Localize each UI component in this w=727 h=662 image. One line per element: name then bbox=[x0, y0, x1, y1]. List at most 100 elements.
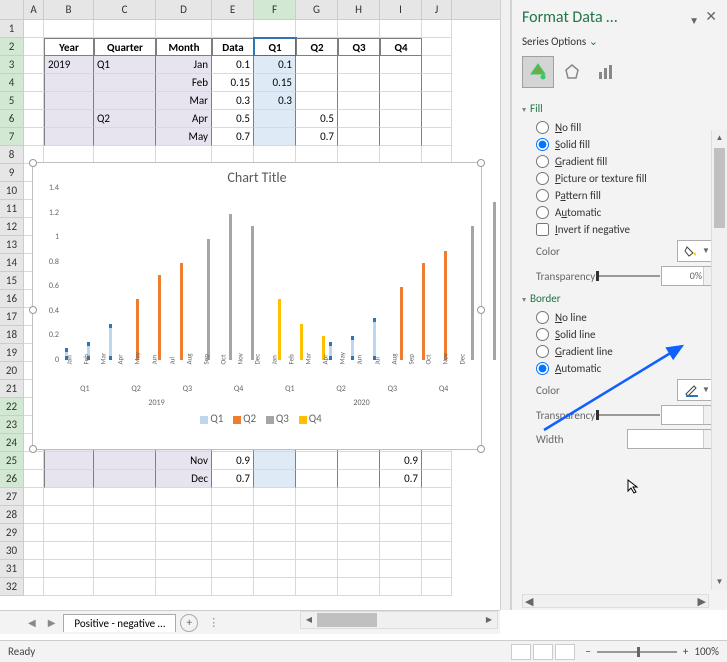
cell[interactable] bbox=[156, 488, 212, 506]
cell[interactable] bbox=[44, 506, 94, 524]
bar-Q2-2020-Jun[interactable] bbox=[444, 251, 447, 360]
cell[interactable] bbox=[380, 542, 422, 560]
cell[interactable] bbox=[422, 488, 452, 506]
cell[interactable] bbox=[296, 506, 338, 524]
bar-Q2-2019-Jun[interactable] bbox=[180, 263, 183, 360]
cell[interactable] bbox=[422, 560, 452, 578]
cell[interactable] bbox=[296, 20, 338, 38]
series-options-dropdown[interactable]: Series Options ⌄ bbox=[522, 35, 717, 48]
bar-Q2-2020-May[interactable] bbox=[422, 263, 425, 360]
pane-vertical-scrollbar[interactable]: ▲▼ bbox=[711, 130, 727, 590]
cell[interactable] bbox=[94, 488, 156, 506]
col-G[interactable]: G bbox=[296, 0, 338, 19]
cell[interactable] bbox=[338, 560, 380, 578]
col-D[interactable]: D bbox=[156, 0, 212, 19]
cell[interactable] bbox=[156, 578, 212, 596]
chart-title[interactable]: Chart Title bbox=[33, 163, 481, 188]
cell[interactable] bbox=[156, 20, 212, 38]
cell[interactable] bbox=[24, 20, 44, 38]
cell[interactable] bbox=[422, 74, 452, 92]
fill-section-header[interactable]: Fill bbox=[522, 98, 717, 119]
bar-Q1-2019-Mar[interactable] bbox=[109, 324, 112, 360]
bar-Q3-2019-Sep[interactable] bbox=[251, 226, 254, 360]
border-width-spinner[interactable] bbox=[627, 429, 717, 449]
col-I[interactable]: I bbox=[380, 0, 422, 19]
embedded-chart[interactable]: Chart Title 00.20.40.60.811.21.4 JanFebM… bbox=[32, 162, 482, 450]
cell[interactable] bbox=[254, 488, 296, 506]
cell[interactable] bbox=[212, 488, 254, 506]
pane-horizontal-scrollbar[interactable]: ◀▶ bbox=[522, 594, 709, 608]
gradient-fill-radio[interactable] bbox=[536, 155, 549, 168]
solid-line-radio[interactable] bbox=[536, 328, 549, 341]
cell[interactable] bbox=[422, 38, 452, 56]
col-C[interactable]: C bbox=[94, 0, 156, 19]
cell[interactable] bbox=[24, 92, 44, 110]
border-transparency-spinner[interactable] bbox=[661, 405, 717, 425]
col-A[interactable]: A bbox=[24, 0, 44, 19]
bar-Q2-2019-May[interactable] bbox=[158, 275, 161, 360]
cell[interactable] bbox=[254, 506, 296, 524]
cell[interactable] bbox=[94, 542, 156, 560]
bar-Q3-2020-Jul[interactable] bbox=[471, 226, 474, 360]
bar-Q4-2019-Oct[interactable] bbox=[278, 299, 281, 360]
tab-nav-next[interactable]: ▶ bbox=[44, 616, 60, 629]
cell[interactable] bbox=[24, 470, 44, 488]
pane-options-dropdown-icon[interactable]: ▼ bbox=[689, 14, 699, 27]
gradient-line-radio[interactable] bbox=[536, 345, 549, 358]
zoom-in-button[interactable]: + bbox=[683, 645, 688, 658]
series-options-icon[interactable] bbox=[590, 56, 622, 88]
cell[interactable] bbox=[380, 20, 422, 38]
cell[interactable] bbox=[380, 524, 422, 542]
cell[interactable] bbox=[422, 128, 452, 146]
cell[interactable] bbox=[156, 560, 212, 578]
tab-nav-prev[interactable]: ◀ bbox=[24, 616, 40, 629]
cell[interactable] bbox=[338, 20, 380, 38]
col-F[interactable]: F bbox=[254, 0, 296, 19]
fill-transparency-spinner[interactable]: 0% bbox=[661, 266, 717, 286]
cell[interactable] bbox=[24, 506, 44, 524]
chart-legend[interactable]: Q1 Q2 Q3 Q4 bbox=[33, 408, 481, 429]
cell[interactable] bbox=[212, 20, 254, 38]
invert-negative-checkbox[interactable] bbox=[536, 223, 549, 236]
bar-Q1-2020-Mar[interactable] bbox=[373, 318, 376, 361]
zoom-out-button[interactable]: − bbox=[585, 645, 590, 658]
solid-fill-radio[interactable] bbox=[536, 138, 549, 151]
cell[interactable] bbox=[338, 524, 380, 542]
cell[interactable] bbox=[296, 488, 338, 506]
bar-Q2-2020-Apr[interactable] bbox=[400, 287, 403, 360]
cell[interactable] bbox=[24, 542, 44, 560]
cell[interactable] bbox=[24, 110, 44, 128]
cell[interactable] bbox=[94, 506, 156, 524]
cell[interactable] bbox=[422, 110, 452, 128]
effects-icon[interactable] bbox=[556, 56, 588, 88]
cell[interactable] bbox=[422, 506, 452, 524]
cell[interactable] bbox=[94, 20, 156, 38]
cell[interactable] bbox=[296, 542, 338, 560]
cell[interactable] bbox=[44, 578, 94, 596]
select-all-corner[interactable] bbox=[0, 0, 24, 19]
cell[interactable] bbox=[44, 542, 94, 560]
cell[interactable] bbox=[44, 524, 94, 542]
cell[interactable] bbox=[254, 20, 296, 38]
cell[interactable] bbox=[24, 488, 44, 506]
automatic-line-radio[interactable] bbox=[536, 362, 549, 375]
cell[interactable] bbox=[296, 560, 338, 578]
zoom-slider[interactable] bbox=[597, 651, 677, 653]
cell[interactable] bbox=[422, 524, 452, 542]
page-break-view-button[interactable] bbox=[555, 644, 575, 660]
cell[interactable] bbox=[24, 578, 44, 596]
cell[interactable] bbox=[422, 578, 452, 596]
no-line-radio[interactable] bbox=[536, 311, 549, 324]
bar-Q3-2019-Jul[interactable] bbox=[207, 239, 210, 360]
cell[interactable] bbox=[380, 560, 422, 578]
close-icon[interactable]: ✕ bbox=[705, 8, 717, 25]
cell[interactable] bbox=[94, 524, 156, 542]
cell[interactable] bbox=[24, 560, 44, 578]
tab-more-icon[interactable]: ⋮ bbox=[202, 616, 219, 629]
col-E[interactable]: E bbox=[212, 0, 254, 19]
normal-view-button[interactable] bbox=[511, 644, 531, 660]
zoom-level[interactable]: 100% bbox=[694, 645, 719, 658]
bar-Q3-2019-Aug[interactable] bbox=[229, 214, 232, 360]
cell[interactable] bbox=[24, 56, 44, 74]
plot-area[interactable]: 00.20.40.60.811.21.4 bbox=[63, 188, 471, 360]
